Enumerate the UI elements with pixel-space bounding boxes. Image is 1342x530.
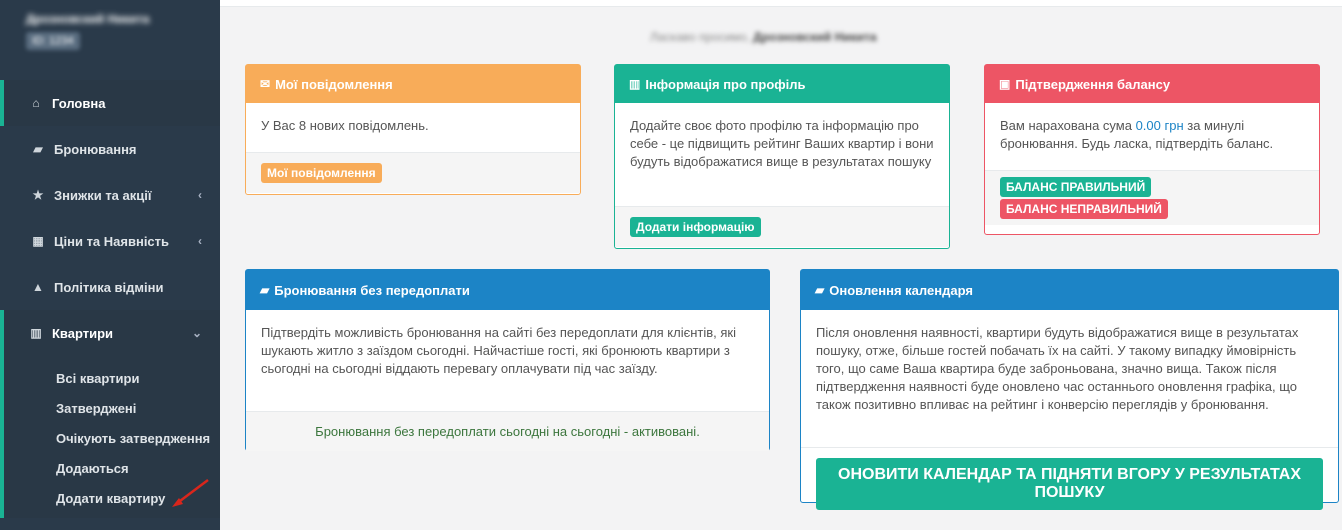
card-footer: Бронювання без передоплати сьогодні на с…: [246, 412, 769, 451]
submenu-item-all[interactable]: Всі квартири: [4, 364, 220, 394]
building-icon: ▥: [30, 326, 42, 340]
sidebar-item-label: Квартири: [52, 325, 114, 341]
sidebar-item-apartments[interactable]: ▥ Квартири ⌄: [0, 310, 220, 356]
balance-correct-button[interactable]: БАЛАНС ПРАВИЛЬНИЙ: [1000, 177, 1152, 197]
update-calendar-button[interactable]: ОНОВИТИ КАЛЕНДАР ТА ПІДНЯТИ ВГОРУ У РЕЗУ…: [816, 458, 1323, 510]
book-icon: ▰: [260, 283, 270, 297]
card-title: Підтвердження балансу: [1015, 76, 1171, 92]
star-icon: ★: [32, 188, 44, 202]
my-messages-button[interactable]: Мої повідомлення: [261, 163, 382, 183]
card-footer: Мої повідомлення: [246, 153, 580, 193]
card-body: Додайте своє фото профілю та інформацію …: [615, 103, 949, 207]
welcome-name: Дрозновский Никита: [753, 30, 877, 44]
sidebar-nav: ⌂ Головна ▰ Бронювання ★ Знижки та акції…: [0, 80, 220, 518]
sidebar-item-discounts[interactable]: ★ Знижки та акції ‹: [0, 172, 220, 218]
submenu-item-pending[interactable]: Очікують затвердження: [4, 424, 220, 454]
balance-text-before: Вам нарахована сума: [1000, 118, 1136, 133]
sidebar-item-bookings[interactable]: ▰ Бронювання: [0, 126, 220, 172]
pointer-arrow-annotation: [172, 479, 209, 507]
welcome-prefix: Ласкаво просимо,: [650, 30, 750, 44]
sidebar-item-home[interactable]: ⌂ Головна: [0, 80, 220, 126]
sidebar-item-label: Бронювання: [54, 141, 137, 157]
book-icon: ▰: [815, 283, 825, 297]
sidebar-item-label: Політика відміни: [54, 279, 164, 295]
money-icon: ▣: [999, 77, 1011, 91]
building-icon: ▥: [629, 77, 641, 91]
calendar-update-card: ▰ Оновлення календаря Після оновлення на…: [800, 269, 1339, 510]
add-info-button[interactable]: Додати інформацію: [630, 217, 761, 237]
envelope-icon: ✉: [260, 77, 271, 91]
calendar-icon: ▦: [32, 234, 44, 248]
card-header: ▰ Оновлення календаря: [801, 270, 1338, 310]
sidebar-item-prices[interactable]: ▦ Ціни та Наявність ‹: [0, 218, 220, 264]
card-header: ▣ Підтвердження балансу: [985, 65, 1319, 103]
profile-info-card: ▥ Інформація про профіль Додайте своє фо…: [614, 64, 950, 249]
balance-card: ▣ Підтвердження балансу Вам нарахована с…: [984, 64, 1320, 235]
card-footer: Додати інформацію: [615, 207, 949, 247]
home-icon: ⌂: [32, 96, 40, 110]
balance-amount: 0.00 грн: [1135, 118, 1184, 133]
card-footer: БАЛАНС ПРАВИЛЬНИЙ БАЛАНС НЕПРАВИЛЬНИЙ: [985, 171, 1319, 225]
card-title: Оновлення календаря: [829, 282, 973, 298]
book-icon: ▰: [33, 142, 43, 156]
card-body: Вам нарахована сума 0.00 грн за минулі б…: [985, 103, 1319, 171]
chevron-left-icon: ‹: [198, 188, 202, 202]
top-bar: [220, 0, 1342, 7]
card-body: Після оновлення наявності, квартири буду…: [801, 310, 1338, 448]
card-body: У Вас 8 нових повідомлень.: [246, 103, 580, 153]
no-prepayment-status: Бронювання без передоплати сьогодні на с…: [315, 424, 700, 439]
card-header: ▥ Інформація про профіль: [615, 65, 949, 103]
messages-card: ✉ Мої повідомлення У Вас 8 нових повідом…: [245, 64, 581, 195]
sidebar-item-label: Головна: [52, 95, 106, 111]
welcome-text: Ласкаво просимо, Дрозновский Никита: [650, 30, 877, 44]
profile-id: ID: 1234: [26, 32, 80, 50]
card-title: Інформація про профіль: [645, 76, 806, 92]
card-footer: ОНОВИТИ КАЛЕНДАР ТА ПІДНЯТИ ВГОРУ У РЕЗУ…: [801, 448, 1338, 520]
card-title: Мої повідомлення: [275, 76, 393, 92]
sidebar: Дрозновский Никита ID: 1234 ⌂ Головна ▰ …: [0, 0, 220, 530]
no-prepayment-card: ▰ Бронювання без передоплати Підтвердіть…: [245, 269, 770, 451]
card-title: Бронювання без передоплати: [274, 282, 470, 298]
card-header: ▰ Бронювання без передоплати: [246, 270, 769, 310]
sidebar-item-cancel-policy[interactable]: ▲ Політика відміни: [0, 264, 220, 310]
balance-incorrect-button[interactable]: БАЛАНС НЕПРАВИЛЬНИЙ: [1000, 199, 1168, 219]
card-body: Підтвердіть можливість бронювання на сай…: [246, 310, 769, 412]
card-header: ✉ Мої повідомлення: [246, 65, 580, 103]
chevron-down-icon: ⌄: [191, 326, 202, 340]
submenu-item-approved[interactable]: Затверджені: [4, 394, 220, 424]
sidebar-item-label: Знижки та акції: [54, 187, 152, 203]
warning-icon: ▲: [32, 280, 44, 294]
sidebar-item-label: Ціни та Наявність: [54, 233, 170, 249]
profile-block: Дрозновский Никита ID: 1234: [0, 0, 220, 60]
profile-name[interactable]: Дрозновский Никита: [26, 12, 194, 26]
chevron-left-icon: ‹: [198, 234, 202, 248]
